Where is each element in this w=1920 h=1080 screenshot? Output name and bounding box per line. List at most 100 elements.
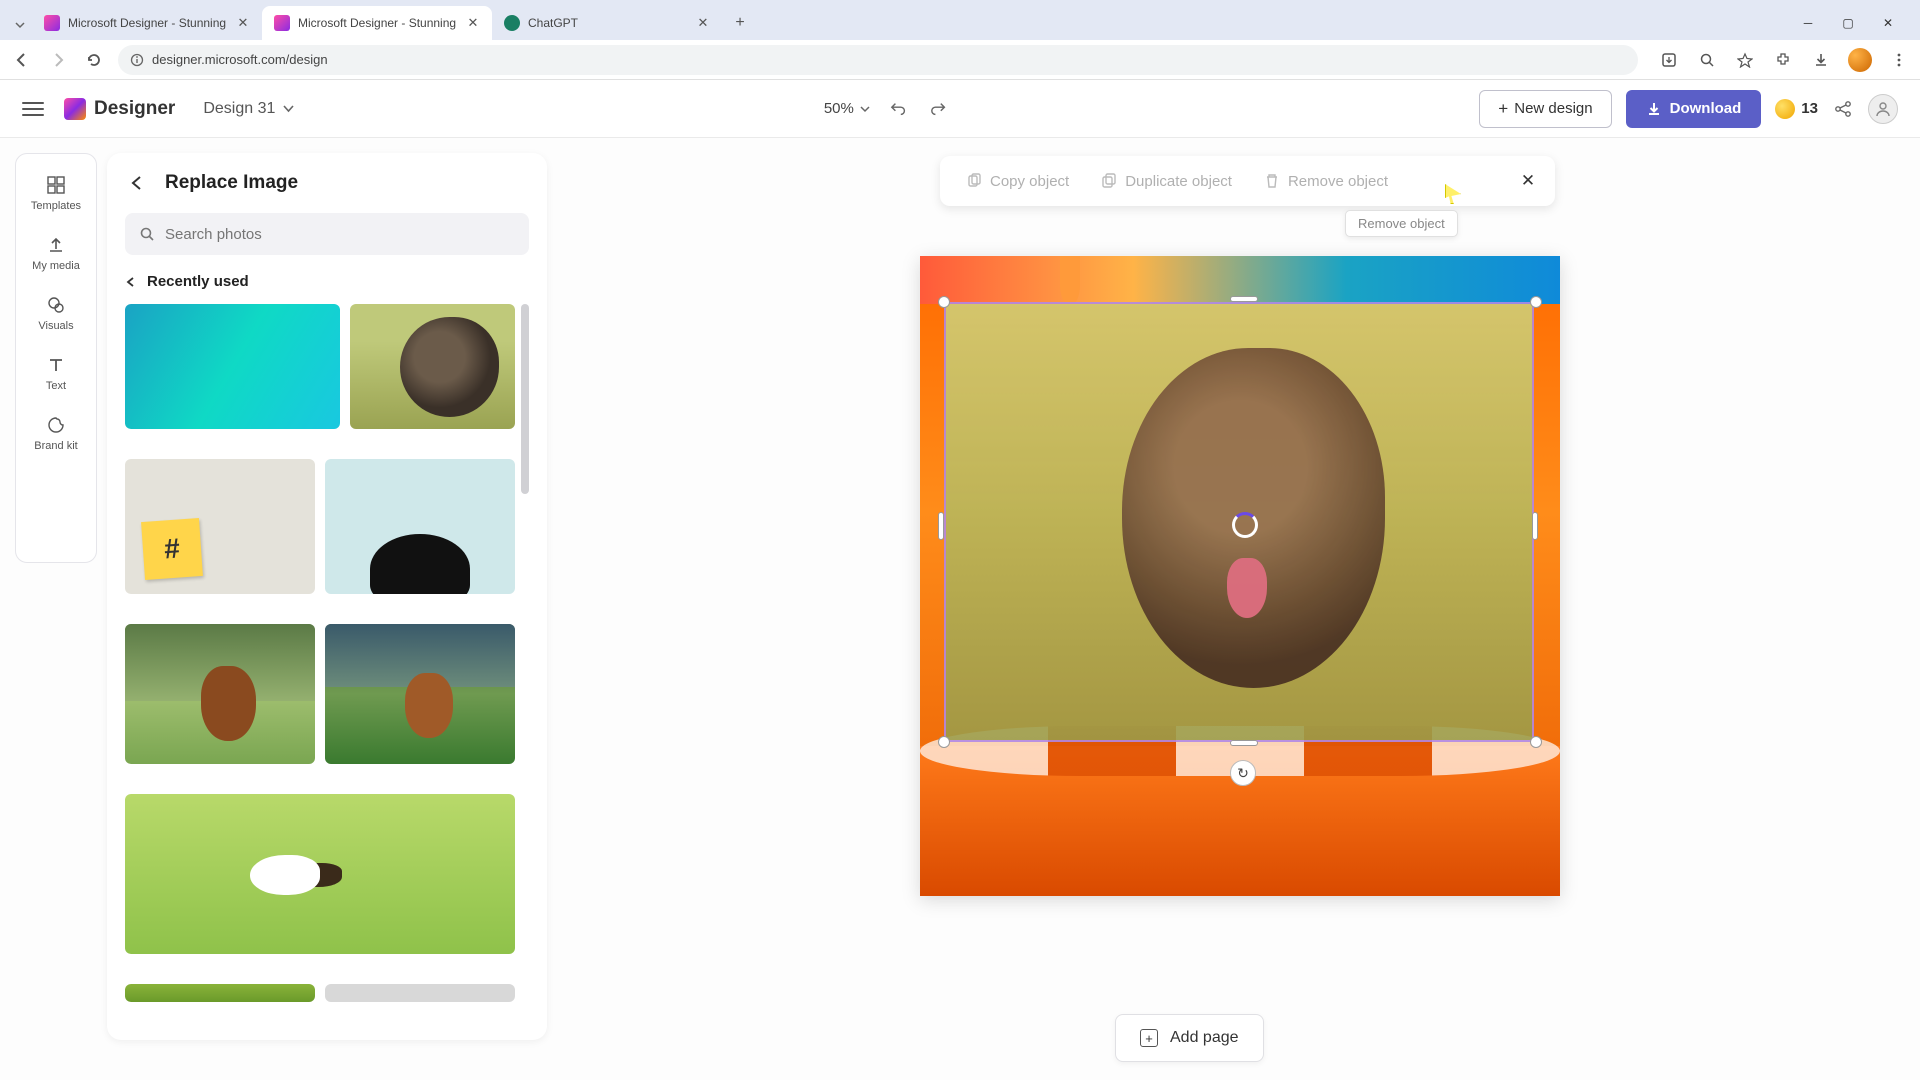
resize-handle-right[interactable]: [1532, 512, 1538, 540]
arrow-left-icon: [128, 174, 146, 192]
bookmark-icon[interactable]: [1734, 49, 1756, 71]
new-tab-button[interactable]: +: [726, 9, 754, 37]
profile-avatar[interactable]: [1848, 48, 1872, 72]
resize-handle-bottom[interactable]: [1230, 740, 1258, 746]
resize-handle-tl[interactable]: [938, 296, 950, 308]
copy-icon: [966, 173, 982, 189]
rail-my-media[interactable]: My media: [16, 226, 96, 280]
designer-favicon-icon: [274, 15, 290, 31]
minimize-button[interactable]: ─: [1788, 8, 1828, 38]
context-toolbar: Copy object Duplicate object Remove obje…: [940, 156, 1555, 206]
scrollbar[interactable]: [521, 304, 529, 494]
panel-back-button[interactable]: [125, 171, 149, 195]
forward-button[interactable]: [46, 48, 70, 72]
chevron-down-icon: [283, 103, 294, 114]
rotate-handle[interactable]: ↻: [1230, 760, 1256, 786]
photo-thumbnail[interactable]: [325, 624, 515, 764]
app-logo[interactable]: Designer: [64, 98, 175, 120]
hamburger-menu[interactable]: [22, 98, 44, 120]
close-icon[interactable]: ✕: [236, 16, 250, 30]
close-icon[interactable]: ✕: [466, 16, 480, 30]
left-rail: Templates My media Visuals Text Brand ki…: [15, 153, 97, 563]
recently-used-header[interactable]: Recently used: [125, 273, 529, 290]
download-label: Download: [1670, 100, 1742, 117]
reload-button[interactable]: [82, 48, 106, 72]
loading-spinner-icon: [1232, 512, 1258, 538]
design-name-dropdown[interactable]: Design 31: [203, 100, 294, 118]
remove-object-button[interactable]: Remove object: [1252, 167, 1400, 196]
search-photos-input[interactable]: [165, 226, 515, 243]
tab-title: ChatGPT: [528, 16, 578, 30]
zoom-icon[interactable]: [1696, 49, 1718, 71]
resize-handle-left[interactable]: [938, 512, 944, 540]
photo-thumbnail[interactable]: [125, 984, 315, 1002]
resize-handle-top[interactable]: [1230, 296, 1258, 302]
rail-visuals[interactable]: Visuals: [16, 286, 96, 340]
back-button[interactable]: [10, 48, 34, 72]
photo-grid: [125, 304, 529, 1022]
chevron-down-icon: [860, 104, 870, 114]
extensions-icon[interactable]: [1772, 49, 1794, 71]
tab-scroll-left[interactable]: [8, 13, 32, 37]
share-icon[interactable]: [1832, 98, 1854, 120]
resize-handle-br[interactable]: [1530, 736, 1542, 748]
download-button[interactable]: Download: [1626, 90, 1762, 128]
coin-icon: [1775, 99, 1795, 119]
close-window-button[interactable]: ✕: [1868, 8, 1908, 38]
copy-object-button[interactable]: Copy object: [954, 167, 1081, 196]
duplicate-label: Duplicate object: [1125, 173, 1232, 190]
design-name: Design 31: [203, 100, 275, 118]
account-avatar[interactable]: [1868, 94, 1898, 124]
zoom-value: 50%: [824, 100, 854, 117]
close-icon[interactable]: ✕: [696, 16, 710, 30]
photo-thumbnail[interactable]: [350, 304, 515, 429]
duplicate-object-button[interactable]: Duplicate object: [1089, 167, 1244, 196]
url-text: designer.microsoft.com/design: [152, 52, 328, 67]
search-photos-field[interactable]: [125, 213, 529, 255]
redo-button[interactable]: [928, 98, 950, 120]
tab-designer-1[interactable]: Microsoft Designer - Stunning ✕: [32, 6, 262, 40]
rail-text[interactable]: Text: [16, 346, 96, 400]
person-icon: [1874, 100, 1892, 118]
rail-brand-kit[interactable]: Brand kit: [16, 406, 96, 460]
menu-icon[interactable]: [1888, 49, 1910, 71]
credits-badge[interactable]: 13: [1775, 99, 1818, 119]
tab-designer-2[interactable]: Microsoft Designer - Stunning ✕: [262, 6, 492, 40]
tab-title: Microsoft Designer - Stunning: [68, 16, 226, 30]
undo-button[interactable]: [888, 98, 910, 120]
tooltip: Remove object: [1345, 210, 1458, 237]
zoom-dropdown[interactable]: 50%: [824, 100, 870, 117]
resize-handle-tr[interactable]: [1530, 296, 1542, 308]
text-icon: [45, 354, 67, 376]
chatgpt-favicon-icon: [504, 15, 520, 31]
palette-icon: [45, 414, 67, 436]
photo-thumbnail[interactable]: [125, 459, 315, 594]
upload-icon: [45, 234, 67, 256]
rail-templates[interactable]: Templates: [16, 166, 96, 220]
downloads-icon[interactable]: [1810, 49, 1832, 71]
close-toolbar-button[interactable]: ✕: [1515, 168, 1541, 194]
trash-icon: [1264, 173, 1280, 189]
photo-thumbnail[interactable]: [325, 459, 515, 594]
url-field[interactable]: designer.microsoft.com/design: [118, 45, 1638, 75]
photo-thumbnail[interactable]: [125, 304, 340, 429]
remove-label: Remove object: [1288, 173, 1388, 190]
new-design-button[interactable]: + New design: [1479, 90, 1611, 128]
resize-handle-bl[interactable]: [938, 736, 950, 748]
add-page-label: Add page: [1170, 1029, 1239, 1047]
design-canvas[interactable]: ↻: [920, 256, 1560, 896]
photo-thumbnail[interactable]: [125, 794, 515, 954]
tab-chatgpt[interactable]: ChatGPT ✕: [492, 6, 722, 40]
maximize-button[interactable]: ▢: [1828, 8, 1868, 38]
panel-title: Replace Image: [165, 172, 298, 194]
tab-strip: Microsoft Designer - Stunning ✕ Microsof…: [0, 0, 1920, 40]
photo-thumbnail[interactable]: [125, 624, 315, 764]
rail-label: Templates: [31, 200, 81, 212]
designer-favicon-icon: [44, 15, 60, 31]
recently-used-label: Recently used: [147, 273, 249, 290]
address-actions: [1658, 48, 1910, 72]
reload-icon: [86, 52, 102, 68]
install-app-icon[interactable]: [1658, 49, 1680, 71]
add-page-button[interactable]: + Add page: [1115, 1014, 1264, 1062]
photo-thumbnail[interactable]: [325, 984, 515, 1002]
